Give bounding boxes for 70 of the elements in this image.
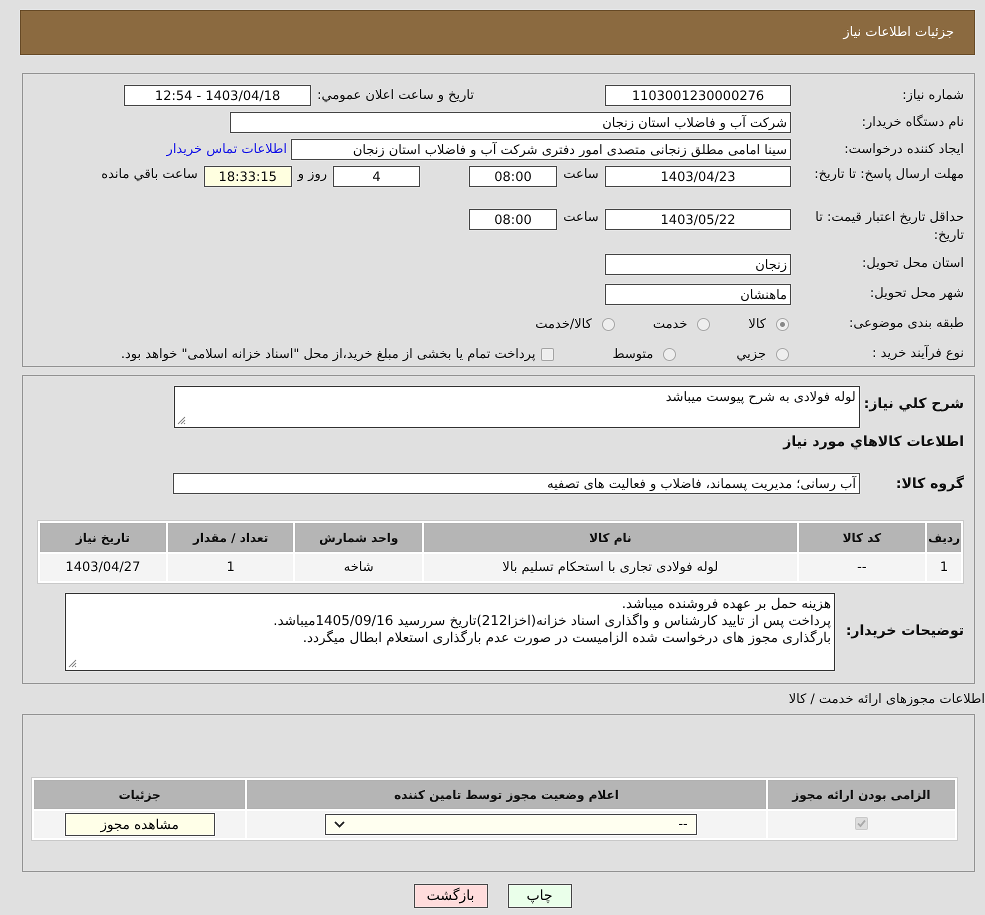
buyer-org-field: شرکت آب و فاضلاب استان زنجان: [230, 112, 791, 133]
column-header: اعلام وضعیت مجوز توسط تامین کننده: [247, 780, 766, 809]
column-header: جزئیات: [34, 780, 246, 809]
treasury-note: پرداخت تمام یا بخشی از مبلغ خرید،از محل "اسناد خزانه اسلامی" خواهد بود.: [120, 346, 536, 362]
radio-button[interactable]: [602, 318, 615, 330]
field-label: حداقل تاریخ اعتبار قیمت: تا تاریخ:: [814, 209, 964, 244]
time-label: ساعت: [562, 167, 600, 182]
field-label: شماره نیاز:: [901, 86, 964, 104]
province-field: زنجان: [605, 254, 791, 274]
field-label: شرح کلي نياز:: [864, 396, 964, 412]
column-header: تعداد / مقدار: [168, 523, 294, 552]
radio-button[interactable]: [776, 348, 789, 360]
field-label: گروه کالا:: [894, 476, 964, 492]
field-label: نام دستگاه خریدار:: [860, 114, 964, 132]
table-cell: 1: [927, 554, 961, 581]
time-field: 08:00: [469, 209, 557, 230]
table-cell: شاخه: [295, 554, 422, 581]
radio-label: کالا/خدمت: [535, 316, 592, 332]
date-field: 1403/04/23: [605, 166, 791, 187]
field-label: استان محل تحویل:: [861, 255, 964, 273]
resize-grip-icon[interactable]: [176, 416, 186, 425]
table-cell: لوله فولادی تجاری با استحکام تسلیم بالا: [424, 554, 797, 581]
field-label: توضیحات خریدار:: [844, 623, 964, 639]
field-label: مهلت ارسال پاسخ: تا تاریخ:: [813, 166, 964, 184]
table-cell: 1403/04/27: [40, 554, 166, 581]
field-label: ایجاد کننده درخواست:: [843, 140, 964, 158]
radio-label: خدمت: [652, 316, 688, 332]
radio-label: متوسط: [612, 346, 654, 362]
date-field: 1403/05/22: [605, 209, 791, 230]
contact-link[interactable]: اطلاعات تماس خریدار: [166, 142, 287, 157]
column-header: نام کالا: [424, 523, 797, 552]
column-header: ردیف: [927, 523, 961, 552]
column-header: تاریخ نیاز: [40, 523, 166, 552]
radio-button[interactable]: [663, 348, 676, 360]
back-button[interactable]: بازگشت: [414, 884, 488, 908]
remaining-time-field: 18:33:15: [204, 166, 292, 187]
page-title: جزئیات اطلاعات نیاز: [843, 25, 954, 40]
days-label: روز و: [298, 167, 327, 182]
checkbox[interactable]: [541, 348, 554, 360]
section-title: اطلاعات کالاهاي مورد نياز: [783, 434, 964, 450]
days-field: 4: [333, 166, 420, 187]
goods-group-field: آب رسانی؛ مدیریت پسماند، فاضلاب و فعالیت های تصفیه: [173, 473, 860, 494]
print-button[interactable]: چاپ: [508, 884, 572, 908]
need-number-field: 1103001230000276: [605, 85, 791, 106]
radio-label: جزيي: [736, 346, 766, 362]
radio-button[interactable]: [697, 318, 710, 330]
status-dropdown[interactable]: --: [324, 814, 697, 835]
view-permit-button[interactable]: مشاهده مجوز: [64, 813, 215, 836]
announce-date-field: 1403/04/18 - 12:54: [124, 85, 312, 106]
table-cell: --: [798, 554, 926, 581]
time-label: ساعت: [562, 210, 600, 225]
column-header: کد کالا: [798, 523, 926, 552]
remaining-label: ساعت باقي مانده: [101, 167, 198, 182]
radio-label: کالا: [748, 316, 766, 332]
radio-button[interactable]: [776, 318, 789, 330]
column-header: الزامی بودن ارائه مجوز: [768, 780, 955, 809]
time-field: 08:00: [469, 166, 557, 187]
field-label: نوع فرآیند خرید :: [871, 345, 964, 363]
field-label: شهر محل تحویل:: [868, 285, 964, 303]
resize-grip-icon[interactable]: [68, 659, 77, 668]
description-field: لوله فولادی به شرح پیوست میباشد: [174, 386, 860, 428]
chevron-down-icon: [334, 821, 345, 828]
buyer-notes-field: هزینه حمل بر عهده فروشنده میباشد. پرداخت پس از تایید کارشناس و واگذاری اسناد خزانه(اخزا212)تاریخ سررسید 1405/09/16میباشد. بارگذاری مجوز های درخواست شده الزامیست در صورت عدم بارگذاری استعلام ابطال میگردد.: [65, 593, 835, 671]
requester-field: سینا امامی مطلق زنجانی متصدی امور دفتری شرکت آب و فاضلاب استان زنجان: [291, 139, 791, 160]
column-header: واحد شمارش: [295, 523, 422, 552]
city-field: ماهنشان: [605, 284, 791, 304]
table-cell: 1: [168, 554, 294, 581]
section-title: اطلاعات مجوزهای ارائه خدمت / کالا: [788, 692, 985, 707]
field-label: تاریخ و ساعت اعلان عمومي:: [317, 88, 474, 103]
field-label: طبقه بندی موضوعی:: [848, 315, 964, 333]
